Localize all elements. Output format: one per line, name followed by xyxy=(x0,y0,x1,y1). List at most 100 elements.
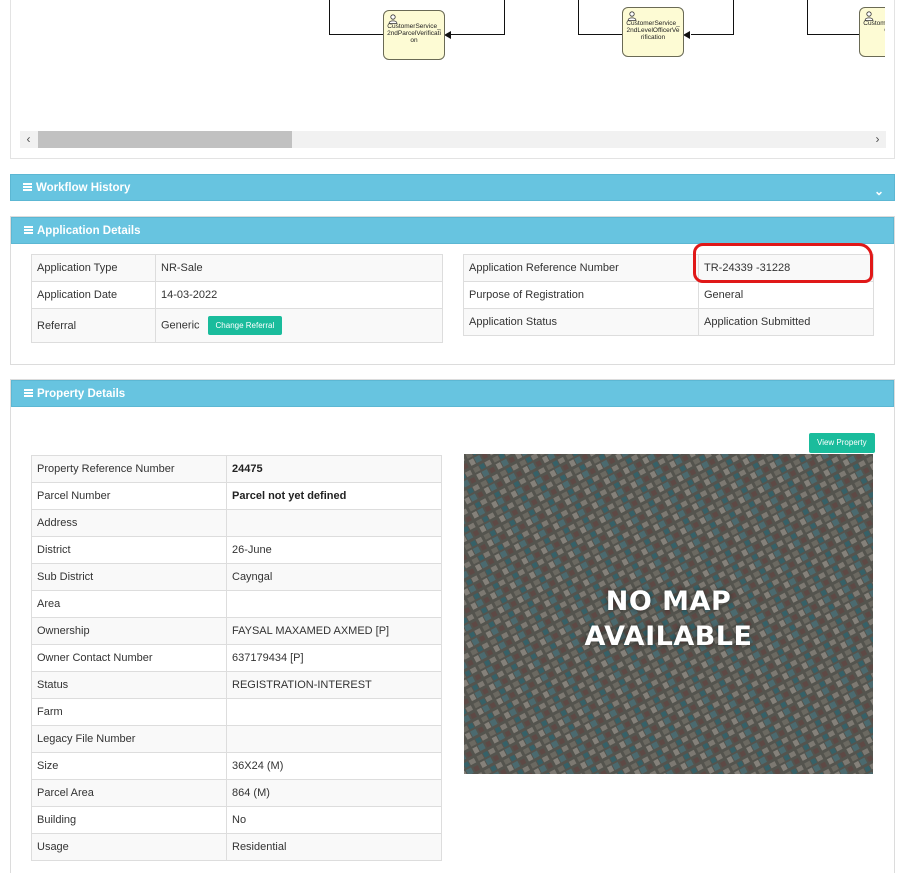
table-row: Status REGISTRATION-INTEREST xyxy=(31,671,442,699)
row-value: 637179434 [P] xyxy=(226,644,442,672)
table-row: Parcel Area 864 (M) xyxy=(31,779,442,807)
row-value: Cayngal xyxy=(226,563,442,591)
row-label: Application Type xyxy=(31,254,156,282)
row-value: 24475 xyxy=(226,455,442,483)
connector-line xyxy=(329,0,331,35)
workflow-node-label: CustomerService_2ndLevelOfficerVerificat… xyxy=(626,20,680,41)
connector-line xyxy=(807,0,809,35)
table-row: District 26-June xyxy=(31,536,442,564)
workflow-history-header[interactable]: Workflow History ⌄ xyxy=(10,174,895,201)
row-label: Application Date xyxy=(31,281,156,309)
list-icon xyxy=(24,226,33,234)
panel-title: Property Details xyxy=(37,388,126,400)
row-value xyxy=(226,698,442,726)
workflow-history-panel: Workflow History ⌄ xyxy=(10,174,895,201)
row-label: Area xyxy=(31,590,227,618)
table-row: Owner Contact Number 637179434 [P] xyxy=(31,644,442,672)
referral-cell: Generic Change Referral xyxy=(155,308,443,343)
connector-line xyxy=(578,0,580,35)
table-row: Sub District Cayngal xyxy=(31,563,442,591)
connector-line xyxy=(451,34,505,36)
row-value: FAYSAL MAXAMED AXMED [P] xyxy=(226,617,442,645)
table-row: Application Type NR-Sale xyxy=(31,254,443,282)
table-row: Application Status Application Submitted xyxy=(463,308,874,336)
row-value: Parcel not yet defined xyxy=(226,482,442,510)
panel-title: Application Details xyxy=(37,225,141,237)
row-label: District xyxy=(31,536,227,564)
table-row: Usage Residential xyxy=(31,833,442,861)
scroll-left-icon[interactable]: ‹ xyxy=(20,131,37,148)
red-annotation-circle xyxy=(693,243,873,283)
row-value: No xyxy=(226,806,442,834)
connector-line xyxy=(504,0,506,35)
user-icon xyxy=(627,11,637,21)
connector-line xyxy=(733,0,735,35)
map-placeholder: NO MAP AVAILABLE xyxy=(464,454,873,774)
table-row: Farm xyxy=(31,698,442,726)
row-value: Residential xyxy=(226,833,442,861)
chevron-down-icon[interactable]: ⌄ xyxy=(874,178,884,205)
scrollbar-thumb[interactable] xyxy=(38,131,292,148)
row-label: Legacy File Number xyxy=(31,725,227,753)
horizontal-scrollbar[interactable]: ‹ › xyxy=(20,131,886,148)
row-label: Parcel Number xyxy=(31,482,227,510)
table-row: Size 36X24 (M) xyxy=(31,752,442,780)
user-icon xyxy=(388,14,398,24)
connector-line xyxy=(329,34,383,36)
row-label: Sub District xyxy=(31,563,227,591)
row-label: Address xyxy=(31,509,227,537)
row-label: Building xyxy=(31,806,227,834)
scroll-right-icon[interactable]: › xyxy=(869,131,886,148)
no-map-line-2: AVAILABLE xyxy=(584,621,753,652)
arrow-head xyxy=(683,31,690,39)
panel-title: Workflow History xyxy=(36,182,131,194)
list-icon xyxy=(23,183,32,191)
row-value: Generic xyxy=(161,319,200,332)
connector-line xyxy=(807,34,859,36)
no-map-text: NO MAP AVAILABLE xyxy=(464,584,873,654)
change-referral-button[interactable]: Change Referral xyxy=(207,316,283,335)
row-value: General xyxy=(698,281,874,309)
row-value: 26-June xyxy=(226,536,442,564)
row-label: Application Status xyxy=(463,308,699,336)
row-value: REGISTRATION-INTEREST xyxy=(226,671,442,699)
connector-line xyxy=(691,34,734,36)
row-label: Property Reference Number xyxy=(31,455,227,483)
connector-line xyxy=(578,34,622,36)
row-label: Usage xyxy=(31,833,227,861)
view-property-button[interactable]: View Property xyxy=(809,433,875,453)
row-value xyxy=(226,590,442,618)
list-icon xyxy=(24,389,33,397)
row-label: Owner Contact Number xyxy=(31,644,227,672)
row-value xyxy=(226,509,442,537)
table-row: Building No xyxy=(31,806,442,834)
table-row: Legacy File Number xyxy=(31,725,442,753)
row-value: Application Submitted xyxy=(698,308,874,336)
table-row: Address xyxy=(31,509,442,537)
arrow-head xyxy=(444,31,451,39)
row-value: 36X24 (M) xyxy=(226,752,442,780)
row-label: Size xyxy=(31,752,227,780)
application-left-table: Application Type NR-Sale Application Dat… xyxy=(31,254,443,343)
table-row: Parcel Number Parcel not yet defined xyxy=(31,482,442,510)
row-value: NR-Sale xyxy=(155,254,443,282)
workflow-node-label: CustomerService_2ndParcelVerification xyxy=(387,23,441,44)
row-label: Application Reference Number xyxy=(463,254,699,282)
diagram-clip xyxy=(885,0,894,158)
application-details-header[interactable]: Application Details xyxy=(11,217,894,244)
user-icon xyxy=(864,11,874,21)
row-label: Ownership xyxy=(31,617,227,645)
row-label: Farm xyxy=(31,698,227,726)
table-row: Purpose of Registration General xyxy=(463,281,874,309)
table-row: Ownership FAYSAL MAXAMED AXMED [P] xyxy=(31,617,442,645)
row-value xyxy=(226,725,442,753)
row-label: Referral xyxy=(31,308,156,343)
row-value: 14-03-2022 xyxy=(155,281,443,309)
property-table: Property Reference Number 24475 Parcel Num… xyxy=(31,455,442,861)
workflow-node-2nd-parcel-verification[interactable]: CustomerService_2ndParcelVerification xyxy=(383,10,445,60)
row-label: Purpose of Registration xyxy=(463,281,699,309)
property-details-header[interactable]: Property Details xyxy=(11,380,894,407)
table-row: Area xyxy=(31,590,442,618)
table-row: Property Reference Number 24475 xyxy=(31,455,442,483)
workflow-node-2nd-level-officer-verification[interactable]: CustomerService_2ndLevelOfficerVerificat… xyxy=(622,7,684,57)
